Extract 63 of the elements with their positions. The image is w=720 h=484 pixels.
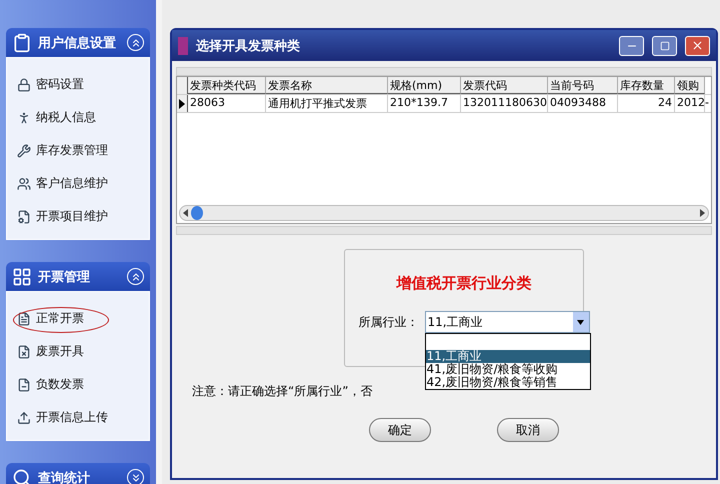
- expand-icon[interactable]: [127, 469, 144, 484]
- table-cell: 28063: [188, 95, 266, 112]
- grid-corner-cell: [177, 77, 188, 94]
- column-header[interactable]: 规格(mm): [388, 77, 461, 94]
- ok-button[interactable]: 确定: [369, 418, 431, 442]
- menu-item[interactable]: 客户信息维护: [17, 167, 149, 200]
- dropdown-option[interactable]: 11,工商业: [426, 350, 590, 363]
- table-cell: 210*139.7: [388, 95, 461, 112]
- section-header[interactable]: 查询统计: [6, 463, 150, 484]
- wrench-icon: [17, 144, 31, 158]
- scroll-right-icon: [700, 209, 705, 217]
- column-header[interactable]: 发票种类代码: [188, 77, 266, 94]
- close-button[interactable]: [685, 36, 710, 56]
- row-selector[interactable]: [177, 95, 188, 112]
- document-minus-icon: [17, 378, 31, 392]
- field-label: 所属行业：: [358, 314, 418, 330]
- menu-item[interactable]: 开票项目维护: [17, 200, 149, 233]
- table-cell: 通用机打平推式发票: [266, 95, 388, 112]
- column-header[interactable]: 库存数量: [618, 77, 675, 94]
- maximize-button[interactable]: [652, 36, 677, 56]
- grid-icon: [12, 266, 32, 286]
- section-title: 用户信息设置: [38, 34, 117, 52]
- column-header[interactable]: 发票名称: [266, 77, 388, 94]
- file-gear-icon: [17, 210, 31, 224]
- scroll-thumb[interactable]: [191, 206, 203, 220]
- person-icon: [17, 110, 31, 124]
- table-cell: 04093488: [548, 95, 618, 112]
- section-title: 查询统计: [38, 470, 91, 484]
- menu-item[interactable]: 正常开票: [17, 302, 149, 335]
- people-icon: [17, 176, 31, 190]
- column-header[interactable]: 当前号码: [548, 77, 618, 94]
- cancel-button[interactable]: 取消: [497, 418, 559, 442]
- close-icon: [691, 39, 704, 52]
- column-header[interactable]: 领购: [675, 77, 705, 94]
- document-icon: [17, 312, 31, 326]
- industry-dropdown[interactable]: 11,工商业: [424, 311, 590, 333]
- table-cell: 24: [618, 95, 675, 112]
- minimize-button[interactable]: [619, 36, 644, 56]
- section-header[interactable]: 用户信息设置: [6, 28, 150, 57]
- section-title: 开票管理: [38, 268, 91, 286]
- scroll-left-icon: [183, 209, 188, 217]
- menu-item[interactable]: 废票开具: [17, 335, 149, 368]
- clipboard-icon: [12, 32, 32, 52]
- collapse-icon[interactable]: [127, 268, 144, 285]
- horizontal-scrollbar[interactable]: [179, 205, 709, 221]
- window-title: 选择开具发票种类: [196, 38, 301, 54]
- menu-item[interactable]: 库存发票管理: [17, 134, 149, 167]
- app-icon: [178, 36, 188, 54]
- menu-item[interactable]: 开票信息上传: [17, 401, 149, 434]
- menu-item[interactable]: 纳税人信息: [17, 101, 149, 134]
- warning-note: 注意：请正确选择“所属行业”，否: [192, 383, 372, 400]
- menu-item[interactable]: 负数发票: [17, 368, 149, 401]
- lock-icon: [17, 78, 31, 92]
- section-header[interactable]: 开票管理: [6, 262, 150, 291]
- column-header[interactable]: 发票代码: [461, 77, 548, 94]
- table-cell: 132011180630: [461, 95, 548, 112]
- group-title: 增值税开票行业分类: [396, 274, 532, 293]
- search-icon: [12, 468, 32, 484]
- maximize-icon: [660, 40, 670, 50]
- collapse-icon[interactable]: [127, 34, 144, 51]
- upload-icon: [17, 410, 31, 424]
- document-x-icon: [17, 344, 31, 358]
- menu-item[interactable]: 密码设置: [17, 68, 149, 101]
